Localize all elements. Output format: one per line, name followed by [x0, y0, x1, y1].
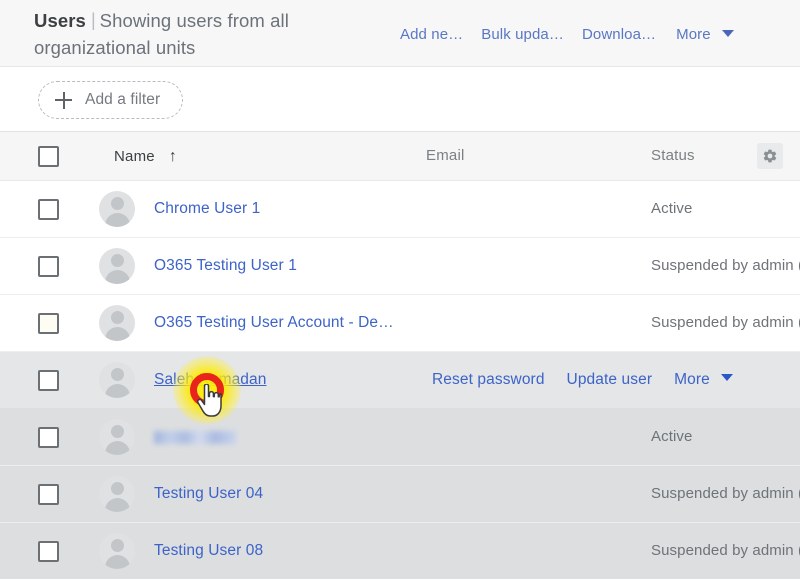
header-actions: Add ne… Bulk upda… Downloa… More	[400, 22, 800, 46]
bulk-update-link[interactable]: Bulk upda…	[481, 26, 564, 43]
row-select-checkbox[interactable]	[38, 199, 59, 220]
page-title: Users|Showing users from all organizatio…	[34, 8, 384, 62]
row-select-checkbox[interactable]	[38, 541, 59, 562]
page-header: Users|Showing users from all organizatio…	[0, 0, 800, 66]
table-row[interactable]: O365 Testing User Account - De… Suspended…	[0, 295, 800, 352]
column-header-email[interactable]: Email	[426, 147, 651, 165]
user-name-cell: O365 Testing User 1	[78, 248, 426, 284]
status-badge: Active	[651, 200, 692, 217]
table-header-row: Name ↑ Email Status	[0, 132, 800, 181]
chevron-down-icon	[722, 30, 734, 37]
row-select-cell	[18, 199, 78, 220]
table-row[interactable]: Testing User 04 Suspended by admin (2 d…	[0, 466, 800, 523]
row-select-cell	[18, 427, 78, 448]
select-all-checkbox[interactable]	[38, 146, 59, 167]
column-header-name[interactable]: Name ↑	[78, 148, 426, 165]
status-badge: Suspended by admin (4 m…	[651, 314, 800, 331]
gear-icon[interactable]	[757, 143, 783, 169]
gear-icon-glyph	[762, 148, 778, 164]
row-select-checkbox[interactable]	[38, 256, 59, 277]
avatar	[99, 248, 135, 284]
reset-password-link-label: Reset password	[432, 371, 545, 388]
row-select-cell	[18, 541, 78, 562]
avatar	[99, 362, 135, 398]
plus-icon	[55, 92, 72, 109]
row-select-checkbox[interactable]	[38, 370, 59, 391]
add-new-user-link[interactable]: Add ne…	[400, 26, 463, 43]
row-select-cell	[18, 484, 78, 505]
user-name-cell: Chrome User 1	[78, 191, 426, 227]
table-row[interactable]: O365 Testing User 1 Suspended by admin (4…	[0, 238, 800, 295]
user-name-link[interactable]: Saleh Ramadan	[154, 371, 266, 389]
users-admin-page: Users|Showing users from all organizatio…	[0, 0, 800, 579]
user-name-cell: Saleh Ramadan	[78, 362, 426, 398]
status-badge: Suspended by admin (2 d…	[651, 485, 800, 502]
avatar	[99, 533, 135, 569]
page-title-primary: Users	[34, 10, 86, 31]
user-name-link[interactable]: O365 Testing User Account - De…	[154, 314, 394, 332]
row-select-checkbox[interactable]	[38, 313, 59, 334]
user-name-link[interactable]: Testing User 08	[154, 542, 263, 560]
user-name-cell: O365 Testing User Account - De…	[78, 305, 426, 341]
user-status-cell: Active	[651, 200, 800, 218]
user-status-cell: Suspended by admin (2 d…	[651, 542, 800, 560]
add-filter-label: Add a filter	[85, 91, 160, 109]
more-actions-link[interactable]: More	[676, 26, 734, 43]
table-row[interactable]: Active	[0, 409, 800, 466]
status-badge: Active	[651, 428, 692, 445]
user-status-cell: Suspended by admin (2 d…	[651, 485, 800, 503]
filter-bar: Add a filter	[0, 66, 800, 132]
row-select-cell	[18, 370, 78, 391]
user-name-link[interactable]: Testing User 04	[154, 485, 263, 503]
user-name-cell	[78, 419, 426, 455]
user-status-cell: Active	[651, 428, 800, 446]
column-header-name-label: Name	[114, 148, 155, 165]
user-status-cell: Suspended by admin (4 m…	[651, 257, 800, 275]
user-name-link[interactable]: O365 Testing User 1	[154, 257, 297, 275]
chevron-down-icon	[721, 374, 733, 381]
user-status-cell: Suspended by admin (4 m…	[651, 314, 800, 332]
download-users-link[interactable]: Downloa…	[582, 26, 656, 43]
user-name-cell: Testing User 08	[78, 533, 426, 569]
redacted-user-name	[154, 431, 236, 444]
row-more-link-label: More	[674, 371, 710, 388]
update-user-link-label: Update user	[567, 371, 653, 388]
table-row[interactable]: Saleh Ramadan Reset password Update user Mo…	[0, 352, 800, 409]
add-filter-button[interactable]: Add a filter	[38, 81, 183, 119]
avatar	[99, 419, 135, 455]
column-header-status-label: Status	[651, 147, 695, 164]
user-name-link[interactable]: Chrome User 1	[154, 200, 260, 218]
row-actions: Reset password Update user More	[432, 371, 800, 389]
title-divider: |	[91, 8, 96, 33]
row-more-link[interactable]: More	[674, 371, 733, 389]
update-user-link[interactable]: Update user	[567, 371, 653, 389]
users-table: Name ↑ Email Status Chrome User 1 Active O…	[0, 132, 800, 579]
avatar	[99, 191, 135, 227]
more-actions-label: More	[676, 26, 711, 43]
status-badge: Suspended by admin (2 d…	[651, 542, 800, 559]
reset-password-link[interactable]: Reset password	[432, 371, 545, 389]
avatar	[99, 305, 135, 341]
table-body: Chrome User 1 Active O365 Testing User 1 Su…	[0, 181, 800, 579]
table-row[interactable]: Testing User 08 Suspended by admin (2 d…	[0, 523, 800, 579]
select-all-cell	[18, 146, 78, 167]
row-select-checkbox[interactable]	[38, 427, 59, 448]
avatar	[99, 476, 135, 512]
status-badge: Suspended by admin (4 m…	[651, 257, 800, 274]
sort-ascending-icon[interactable]: ↑	[169, 149, 177, 165]
row-select-cell	[18, 256, 78, 277]
column-header-email-label: Email	[426, 147, 465, 164]
row-select-cell	[18, 313, 78, 334]
table-row[interactable]: Chrome User 1 Active	[0, 181, 800, 238]
user-name-cell: Testing User 04	[78, 476, 426, 512]
row-select-checkbox[interactable]	[38, 484, 59, 505]
